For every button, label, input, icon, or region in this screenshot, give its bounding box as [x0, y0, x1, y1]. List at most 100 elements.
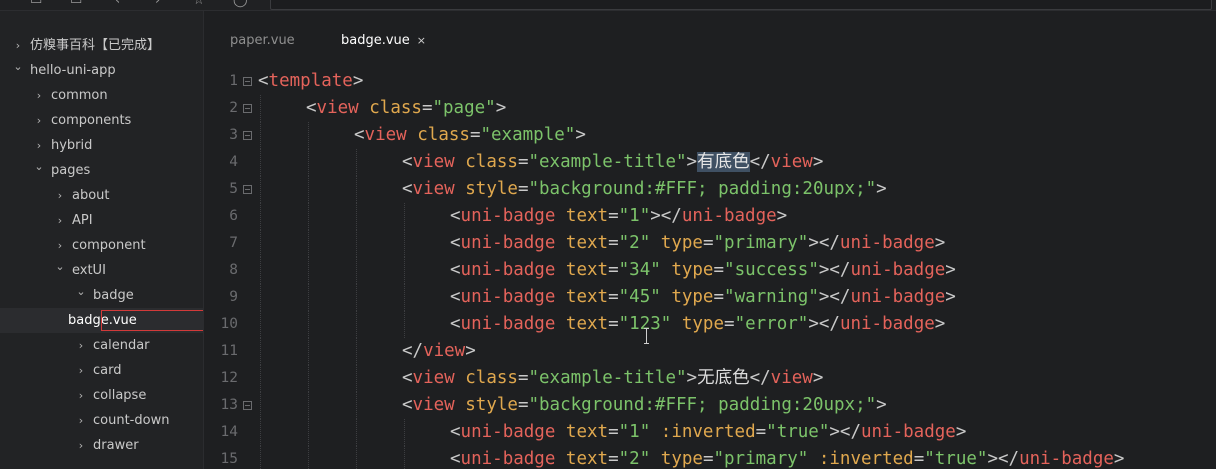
code-token: class — [465, 368, 518, 388]
code-text: <view class="page"> — [306, 95, 506, 122]
code-token: text — [565, 260, 609, 280]
code-text: <view style="background:#FFF; padding:20… — [402, 392, 887, 419]
code-line[interactable]: 3 <view class="example"> — [204, 122, 1216, 149]
save-icon[interactable]: ▭ — [30, 0, 42, 8]
code-line[interactable]: 8 <uni-badge text="34" type="success"></u… — [204, 257, 1216, 284]
chevron-right-icon[interactable]: › — [33, 108, 45, 133]
code-token: = — [724, 314, 735, 334]
code-line[interactable]: 13 <view style="background:#FFF; padding:… — [204, 392, 1216, 419]
code-line[interactable]: 11 </view> — [204, 338, 1216, 365]
code-line[interactable]: 5 <view style="background:#FFF; padding:2… — [204, 176, 1216, 203]
code-token: "true" — [924, 449, 988, 469]
tree-folder-item[interactable]: › API — [0, 208, 203, 233]
tree-folder-item[interactable]: ⌄ pages — [0, 158, 203, 183]
tree-folder-item[interactable]: ⌄ extUI — [0, 258, 203, 283]
indent-guide — [260, 365, 262, 392]
tree-file-item[interactable]: badge.vue — [0, 308, 203, 333]
code-line[interactable]: 4 <view class="example-title">有底色</view> — [204, 149, 1216, 176]
chevron-down-icon[interactable]: ⌄ — [33, 154, 45, 179]
close-icon[interactable]: × — [417, 34, 426, 47]
tree-folder-item[interactable]: › hybrid — [0, 133, 203, 158]
code-line[interactable]: 6 <uni-badge text="1"></uni-badge> — [204, 203, 1216, 230]
tree-folder-item[interactable]: › calendar — [0, 333, 203, 358]
fold-toggle-icon[interactable] — [243, 401, 252, 410]
indent-guide — [260, 149, 262, 176]
chevron-right-icon[interactable]: › — [54, 208, 66, 233]
tree-folder-item[interactable]: › component — [0, 233, 203, 258]
code-line[interactable]: 14 <uni-badge text="1" :inverted="true"><… — [204, 419, 1216, 446]
tree-folder-item[interactable]: › common — [0, 83, 203, 108]
chevron-right-icon[interactable]: › — [75, 408, 87, 433]
tree-folder-item[interactable]: › about — [0, 183, 203, 208]
folder-icon[interactable]: ▭ — [70, 0, 82, 8]
code-line[interactable]: 9 <uni-badge text="45" type="warning"></u… — [204, 284, 1216, 311]
chevron-down-icon[interactable]: ⌄ — [12, 54, 24, 79]
chevron-right-icon[interactable]: › — [75, 358, 87, 383]
code-line[interactable]: 12 <view class="example-title">无底色</view> — [204, 365, 1216, 392]
code-token: uni-badge — [460, 449, 556, 469]
tab-paper-vue[interactable]: paper.vue — [230, 30, 295, 52]
text-cursor-icon — [644, 328, 650, 344]
code-token: < — [450, 422, 461, 442]
tree-folder-item[interactable]: › 仿糗事百科【已完成】 — [0, 33, 203, 58]
code-line[interactable]: 10 <uni-badge text="123" type="error"></u… — [204, 311, 1216, 338]
line-number: 13 — [220, 397, 238, 413]
fold-toggle-icon[interactable] — [243, 77, 252, 86]
tab-badge-vue[interactable]: badge.vue × — [341, 30, 426, 52]
tree-folder-item[interactable]: › collapse — [0, 383, 203, 408]
code-line[interactable]: 15 <uni-badge text="2" type="primary" :in… — [204, 446, 1216, 469]
code-token: = — [469, 125, 481, 145]
tree-folder-item[interactable]: › card — [0, 358, 203, 383]
code-token: uni-badge — [1019, 449, 1114, 469]
chevron-right-icon[interactable]: › — [33, 83, 45, 108]
chevron-down-icon[interactable]: ⌄ — [54, 254, 66, 279]
line-number: 3 — [229, 127, 238, 143]
chevron-right-icon[interactable]: › — [54, 183, 66, 208]
chevron-right-icon[interactable]: › — [75, 333, 87, 358]
code-token: type — [671, 287, 714, 307]
code-token: > — [495, 98, 507, 118]
tree-folder-item[interactable]: › drawer — [0, 433, 203, 458]
fold-toggle-icon[interactable] — [243, 185, 252, 194]
code-editor[interactable]: paper.vue badge.vue × 1 <template> 2 <view c… — [204, 11, 1216, 469]
code-token: > — [575, 125, 586, 145]
indent-guide — [308, 176, 310, 203]
code-token: "34" — [618, 260, 661, 280]
tree-folder-item[interactable]: ⌄ hello-uni-app — [0, 58, 203, 83]
chevron-right-icon[interactable]: › — [75, 433, 87, 458]
indent-guide — [356, 149, 358, 176]
line-number: 11 — [220, 343, 238, 359]
code-line[interactable]: 1 <template> — [204, 68, 1216, 95]
code-text: <uni-badge text="1" :inverted="true"></u… — [450, 419, 966, 446]
tree-folder-item[interactable]: › count-down — [0, 408, 203, 433]
code-token: view — [423, 341, 466, 361]
fold-toggle-icon[interactable] — [243, 104, 252, 113]
indent-guide — [404, 419, 406, 446]
fold-toggle-icon[interactable] — [243, 131, 252, 140]
address-bar[interactable] — [270, 0, 1212, 10]
info-icon[interactable]: ◯ — [233, 0, 248, 8]
indent-guide — [308, 311, 310, 338]
back-icon[interactable]: ‹ — [115, 0, 120, 8]
tree-folder-item[interactable]: ⌄ badge — [0, 283, 203, 308]
code-token: = — [608, 449, 619, 469]
code-token: "2" — [618, 233, 651, 253]
code-token: > — [945, 260, 956, 280]
tab-label: badge.vue — [341, 33, 410, 48]
chevron-down-icon[interactable]: ⌄ — [75, 279, 87, 304]
code-token: ></ — [818, 260, 851, 280]
tree-folder-item[interactable]: › components — [0, 108, 203, 133]
code-token: = — [421, 98, 433, 118]
tree-item-label: drawer — [93, 438, 139, 453]
code-line[interactable]: 2 <view class="page"> — [204, 95, 1216, 122]
code-token: = — [608, 422, 619, 442]
star-icon[interactable]: ☆ — [193, 0, 205, 8]
code-line[interactable]: 7 <uni-badge text="2" type="primary"></un… — [204, 230, 1216, 257]
forward-icon[interactable]: › — [155, 0, 160, 8]
code-token: 无底色 — [697, 368, 750, 388]
chevron-right-icon[interactable]: › — [75, 383, 87, 408]
line-number: 1 — [229, 73, 238, 89]
